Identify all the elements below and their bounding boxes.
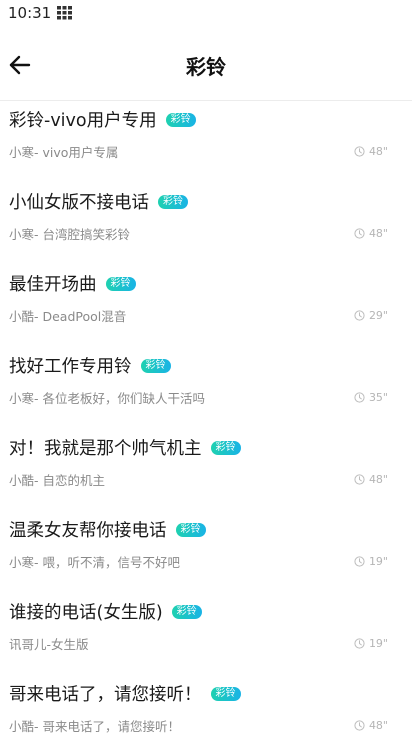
item-title-row: 温柔女友帮你接电话 彩铃 (9, 517, 206, 542)
item-title: 温柔女友帮你接电话 (9, 521, 167, 541)
item-title: 对！我就是那个帅气机主 (9, 439, 202, 459)
app-header: 彩铃 (0, 28, 412, 101)
item-duration: 48" (354, 227, 388, 240)
clock-icon (354, 638, 365, 649)
item-duration: 35" (354, 391, 388, 404)
list-item[interactable]: 对！我就是那个帅气机主 彩铃 小酷- 自恋的机主 48" (0, 428, 412, 510)
ringtone-badge: 彩铃 (140, 358, 171, 373)
item-title: 小仙女版不接电话 (9, 193, 149, 213)
item-title-row: 找好工作专用铃 彩铃 (9, 353, 171, 378)
item-subtitle: 小寒- 各位老板好，你们缺人干活吗 (9, 391, 205, 406)
clock-icon (354, 720, 365, 731)
duration-text: 19" (368, 555, 388, 568)
duration-text: 48" (368, 227, 388, 240)
item-title: 哥来电话了，请您接听！ (9, 685, 202, 705)
item-subtitle: 讯哥儿-女生版 (9, 637, 89, 652)
item-subtitle: 小寒- vivo用户专属 (9, 145, 119, 160)
item-title-row: 哥来电话了，请您接听！ 彩铃 (9, 681, 241, 706)
status-time: 10:31 (8, 4, 52, 22)
list-item[interactable]: 谁接的电话(女生版) 彩铃 讯哥儿-女生版 19" (0, 592, 412, 674)
item-title-row: 小仙女版不接电话 彩铃 (9, 189, 188, 214)
item-subtitle: 小酷- 自恋的机主 (9, 473, 105, 488)
item-subtitle: 小酷- 哥来电话了，请您接听！ (9, 719, 180, 734)
item-duration: 19" (354, 637, 388, 650)
duration-text: 19" (368, 637, 388, 650)
list-item[interactable]: 最佳开场曲 彩铃 小酷- DeadPool混音 29" (0, 264, 412, 346)
item-title-row: 谁接的电话(女生版) 彩铃 (9, 599, 202, 624)
ringtone-badge: 彩铃 (165, 112, 196, 127)
ringtone-badge: 彩铃 (175, 522, 206, 537)
clock-icon (354, 146, 365, 157)
item-title: 最佳开场曲 (9, 275, 97, 295)
ringtone-badge: 彩铃 (158, 194, 188, 209)
list-item[interactable]: 彩铃-vivo用户专用 彩铃 小寒- vivo用户专属 48" (0, 100, 412, 182)
item-title-row: 对！我就是那个帅气机主 彩铃 (9, 435, 241, 460)
duration-text: 48" (368, 719, 388, 732)
duration-text: 29" (368, 309, 388, 322)
clock-icon (354, 310, 365, 321)
clock-icon (354, 228, 365, 239)
ringtone-badge: 彩铃 (171, 604, 202, 619)
ringtone-badge: 彩铃 (105, 276, 136, 291)
item-duration: 29" (354, 309, 388, 322)
grid-apps-icon (57, 6, 72, 20)
status-bar: 10:31 (0, 0, 412, 28)
clock-icon (354, 474, 365, 485)
page-title: 彩铃 (186, 55, 226, 79)
item-subtitle: 小寒- 喂，听不清，信号不好吧 (9, 555, 180, 570)
item-duration: 19" (354, 555, 388, 568)
item-duration: 48" (354, 719, 388, 732)
list-item[interactable]: 温柔女友帮你接电话 彩铃 小寒- 喂，听不清，信号不好吧 19" (0, 510, 412, 592)
clock-icon (354, 392, 365, 403)
ringtone-badge: 彩铃 (210, 686, 241, 701)
item-title: 找好工作专用铃 (9, 357, 132, 377)
ringtone-list: 彩铃-vivo用户专用 彩铃 小寒- vivo用户专属 48" 小仙女版不接电话… (0, 100, 412, 756)
item-subtitle: 小酷- DeadPool混音 (9, 309, 127, 324)
item-duration: 48" (354, 473, 388, 486)
list-item[interactable]: 哥来电话了，请您接听！ 彩铃 小酷- 哥来电话了，请您接听！ 48" (0, 674, 412, 756)
clock-icon (354, 556, 365, 567)
item-title: 彩铃-vivo用户专用 (9, 111, 157, 131)
duration-text: 35" (368, 391, 388, 404)
list-item[interactable]: 找好工作专用铃 彩铃 小寒- 各位老板好，你们缺人干活吗 35" (0, 346, 412, 428)
item-duration: 48" (354, 145, 388, 158)
list-item[interactable]: 小仙女版不接电话 彩铃 小寒- 台湾腔搞笑彩铃 48" (0, 182, 412, 264)
duration-text: 48" (368, 473, 388, 486)
item-title-row: 彩铃-vivo用户专用 彩铃 (9, 107, 196, 132)
ringtone-badge: 彩铃 (210, 440, 241, 455)
item-title-row: 最佳开场曲 彩铃 (9, 271, 136, 296)
item-subtitle: 小寒- 台湾腔搞笑彩铃 (9, 227, 130, 242)
duration-text: 48" (368, 145, 388, 158)
item-title: 谁接的电话(女生版) (9, 603, 163, 623)
